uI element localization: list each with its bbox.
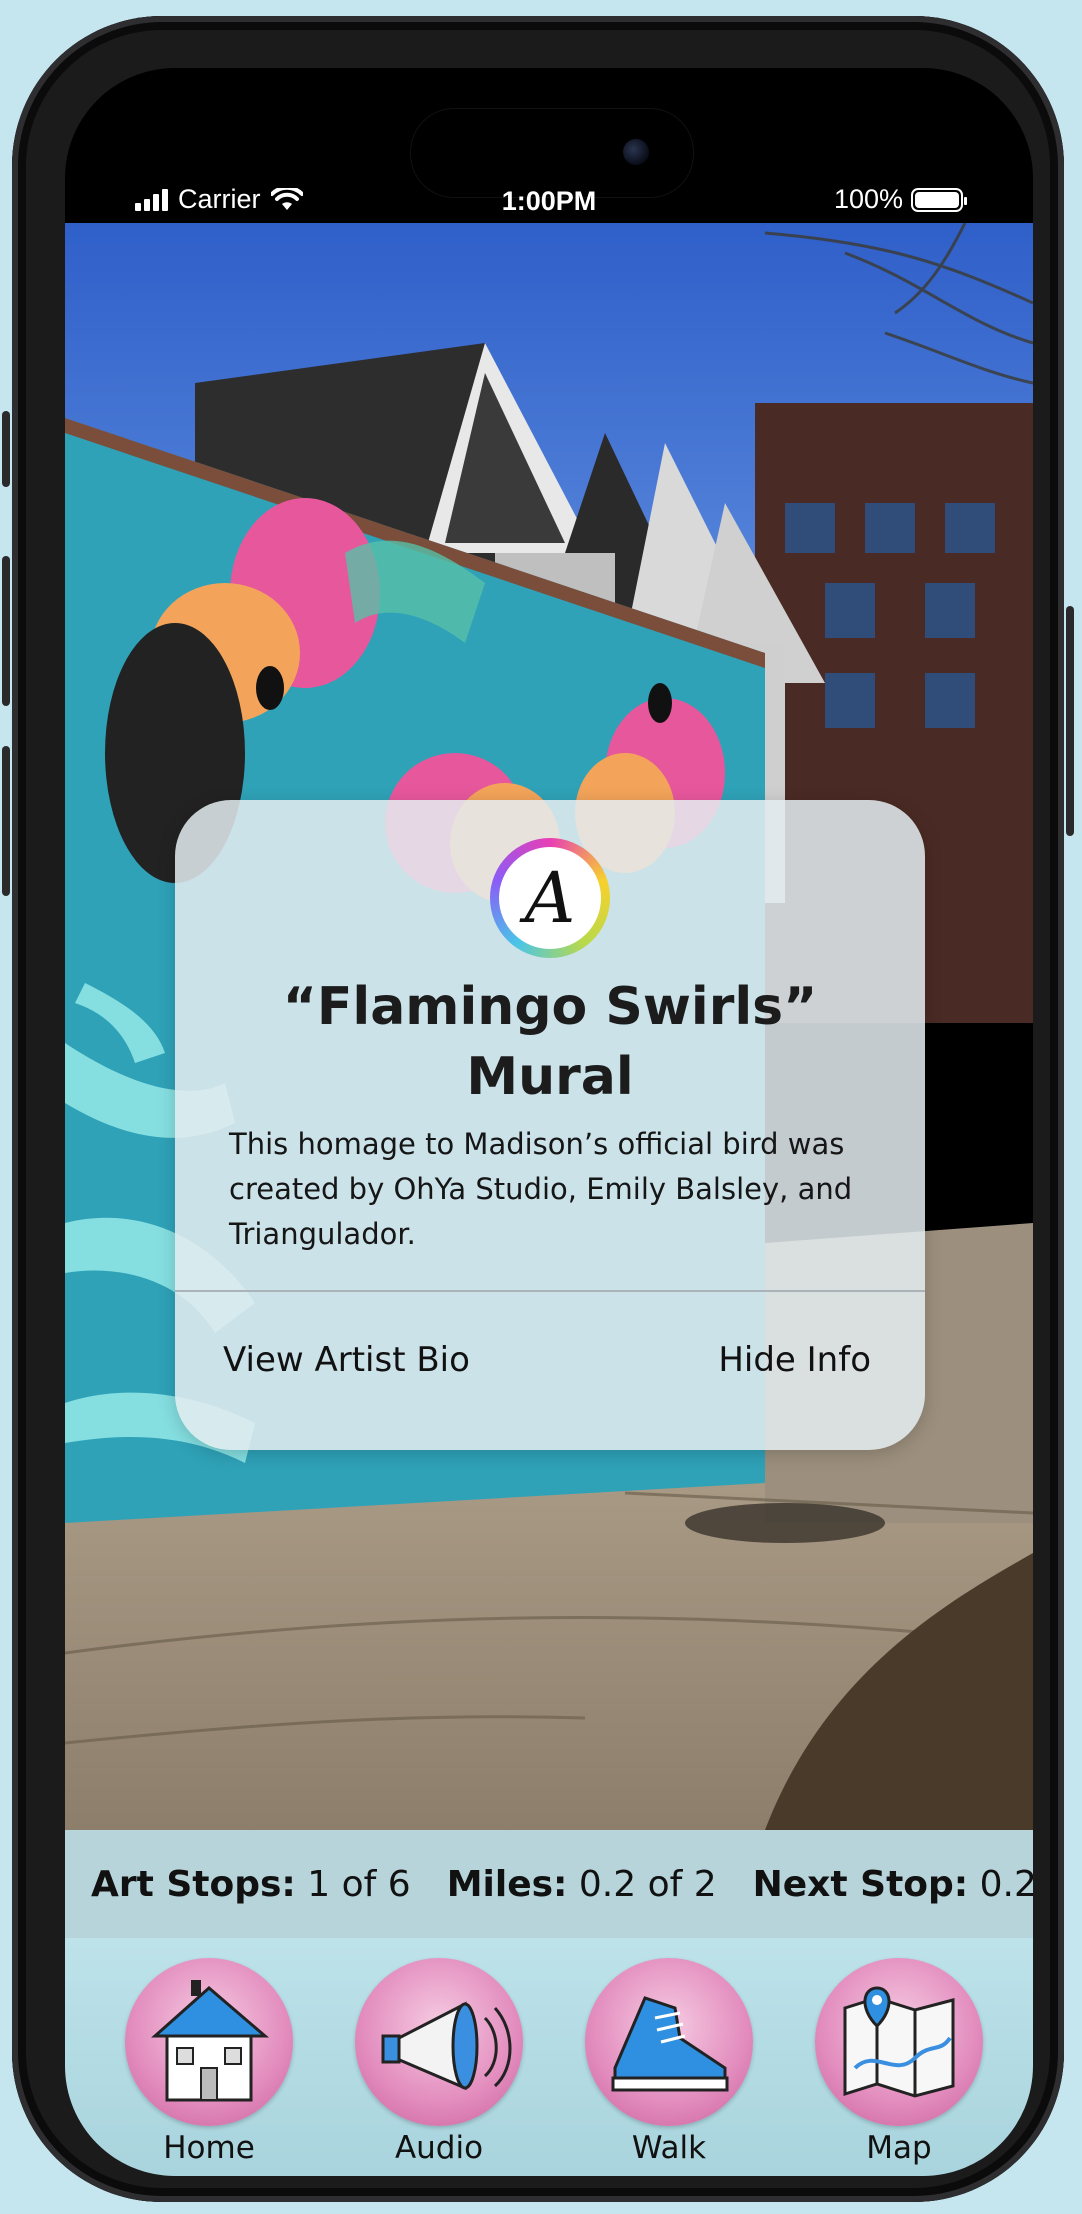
camera-icon xyxy=(623,139,649,165)
nav-walk-label: Walk xyxy=(631,2130,707,2166)
mural-title-line2: Mural xyxy=(466,1047,634,1107)
power-button xyxy=(1066,606,1074,836)
mural-title: “Flamingo Swirls” Mural xyxy=(175,972,925,1112)
map-icon xyxy=(815,1958,983,2126)
volume-up-button xyxy=(2,556,10,706)
nav-home-label: Home xyxy=(163,2130,255,2166)
art-stops-value: 1 of 6 xyxy=(307,1863,411,1905)
battery-percent: 100% xyxy=(833,184,903,214)
miles-value: 0.2 of 2 xyxy=(578,1863,717,1905)
next-stop-value: 0.2 mi xyxy=(979,1863,1033,1905)
nav-map-label: Map xyxy=(866,2130,932,2166)
miles-stat: Miles: 0.2 of 2 xyxy=(447,1864,717,1905)
nav-walk[interactable]: Walk xyxy=(579,1958,759,2166)
art-stops-stat: Art Stops: 1 of 6 xyxy=(91,1864,411,1905)
screen: Carrier 1:00PM 100% A “Flamingo Swirls” … xyxy=(65,68,1033,2176)
house-icon xyxy=(125,1958,293,2126)
nav-home[interactable]: Home xyxy=(119,1958,299,2166)
hide-info-button[interactable]: Hide Info xyxy=(718,1340,871,1380)
mural-title-line1: “Flamingo Swirls” xyxy=(282,977,818,1037)
card-divider xyxy=(175,1290,925,1292)
mute-switch xyxy=(2,411,10,487)
nav-audio-label: Audio xyxy=(394,2130,484,2166)
mural-description: This homage to Madison’s official bird w… xyxy=(229,1127,853,1251)
nav-audio[interactable]: Audio xyxy=(349,1958,529,2166)
view-artist-bio-button[interactable]: View Artist Bio xyxy=(223,1340,470,1380)
artist-logo-icon: A xyxy=(490,838,610,958)
miles-label: Miles: xyxy=(446,1863,568,1905)
battery-icon xyxy=(911,187,967,212)
next-stop-stat: Next Stop: 0.2 mi xyxy=(753,1864,1033,1905)
nav-map[interactable]: Map xyxy=(809,1958,989,2166)
phone-frame: Carrier 1:00PM 100% A “Flamingo Swirls” … xyxy=(2,16,1074,2202)
next-stop-label: Next Stop: xyxy=(752,1863,969,1905)
art-stops-label: Art Stops: xyxy=(91,1863,296,1905)
sneaker-icon xyxy=(585,1958,753,2126)
tour-stats-bar: Art Stops: 1 of 6 Miles: 0.2 of 2 Next S… xyxy=(65,1830,1033,1938)
mural-info-card: A “Flamingo Swirls” Mural This homage to… xyxy=(175,800,925,1450)
bottom-nav: Home Audio Walk Map xyxy=(65,1938,1033,2176)
megaphone-icon xyxy=(355,1958,523,2126)
status-bar: Carrier 1:00PM 100% xyxy=(65,184,1033,224)
volume-down-button xyxy=(2,746,10,896)
